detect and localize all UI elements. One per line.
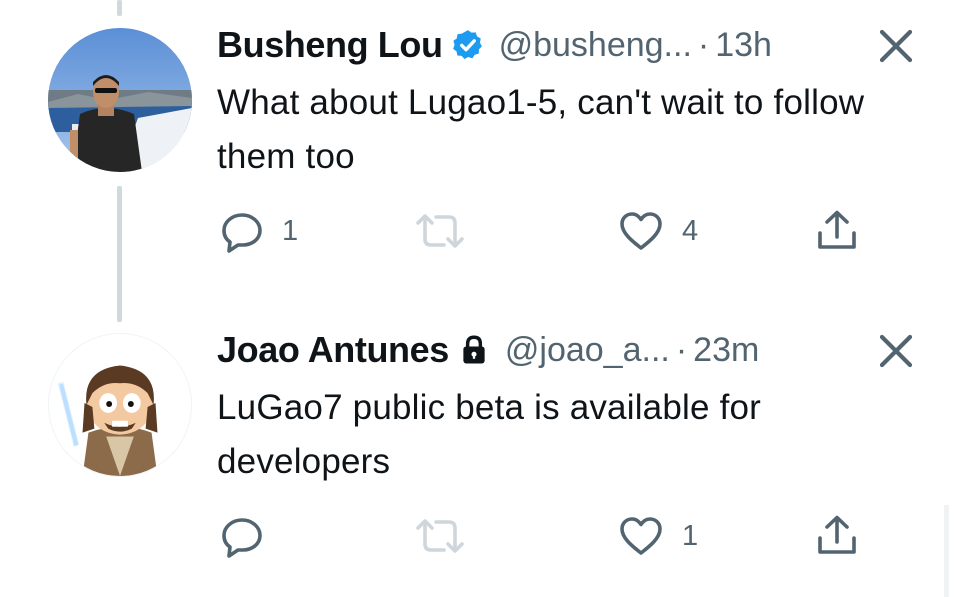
retweet-icon (414, 209, 466, 253)
separator-dot: · (675, 330, 688, 369)
share-button[interactable] (815, 206, 859, 256)
tweet-text: LuGao7 public beta is available for deve… (217, 388, 762, 481)
author-handle[interactable]: @joao_a... (505, 331, 670, 370)
like-button[interactable]: 1 (618, 511, 698, 561)
tweet-header: Joao Antunes @joao_a... · 23m (217, 327, 759, 373)
retweet-button[interactable] (414, 511, 484, 561)
reply-count: 1 (282, 214, 299, 247)
lock-icon (457, 333, 491, 367)
reply-icon (220, 209, 264, 253)
tweet-header: Busheng Lou @busheng... · 13h (217, 22, 772, 68)
like-count: 4 (682, 214, 699, 247)
close-icon[interactable] (876, 26, 916, 66)
like-icon (618, 209, 664, 253)
retweet-icon (414, 514, 466, 558)
author-handle[interactable]: @busheng... (499, 26, 692, 65)
share-icon (815, 209, 859, 253)
timestamp[interactable]: 13h (715, 26, 772, 65)
like-icon (618, 514, 664, 558)
avatar[interactable] (48, 28, 192, 172)
verified-badge-icon (451, 28, 485, 62)
like-button[interactable]: 4 (618, 206, 698, 256)
separator-dot: · (697, 25, 710, 64)
avatar[interactable] (48, 333, 192, 477)
tweet[interactable]: Busheng Lou @busheng... · 13h What about… (0, 0, 960, 300)
share-icon (815, 514, 859, 558)
author-name[interactable]: Joao Antunes (217, 329, 449, 371)
author-name[interactable]: Busheng Lou (217, 24, 443, 66)
like-count: 1 (682, 519, 699, 552)
reply-icon (220, 514, 264, 558)
reply-button[interactable] (220, 511, 282, 561)
action-bar: 1 4 (217, 206, 877, 256)
reply-button[interactable]: 1 (220, 206, 298, 256)
retweet-button[interactable] (414, 206, 484, 256)
action-bar: 1 (217, 511, 877, 561)
close-icon[interactable] (876, 331, 916, 371)
share-button[interactable] (815, 511, 859, 561)
tweet-text: What about Lugao1-5, can't wait to follo… (217, 83, 865, 176)
timestamp[interactable]: 23m (693, 331, 759, 370)
tweet[interactable]: Joao Antunes @joao_a... · 23m LuGao7 pub… (0, 310, 960, 597)
